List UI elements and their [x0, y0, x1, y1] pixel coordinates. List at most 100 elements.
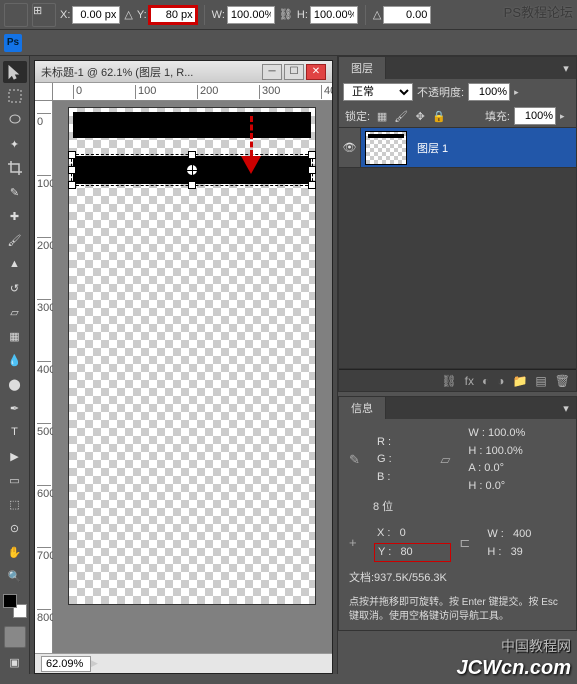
link-layers-icon[interactable]: ⛓ [441, 374, 456, 388]
lasso-tool[interactable] [3, 109, 27, 131]
ruler-vertical[interactable]: 0 100 200 300 400 500 600 700 800 [35, 101, 53, 653]
panel-menu-icon[interactable]: ▾ [556, 62, 576, 75]
link-icon[interactable]: ⛓ [279, 8, 293, 22]
stamp-tool[interactable]: ▲ [3, 253, 27, 275]
opacity-label: 不透明度: [417, 84, 464, 100]
group-icon[interactable]: 📁 [512, 374, 527, 388]
shape-tool[interactable]: ▭ [3, 469, 27, 491]
adjustment-icon[interactable]: ◑ [497, 374, 504, 388]
fill-label: 填充: [485, 108, 510, 124]
eraser-tool[interactable]: ▱ [3, 301, 27, 323]
lock-all-icon[interactable]: 🔒 [431, 108, 447, 124]
handle-tc[interactable] [188, 151, 196, 159]
fill-arrow-icon[interactable]: ▸ [560, 111, 570, 122]
info-tab[interactable]: 信息 [339, 397, 386, 419]
canvas[interactable] [68, 107, 316, 605]
info-h: H : [468, 445, 482, 457]
blur-tool[interactable]: 💧 [3, 349, 27, 371]
eyedropper-tool[interactable]: ✎ [3, 181, 27, 203]
gradient-tool[interactable]: ▦ [3, 325, 27, 347]
hand-tool[interactable]: ✋ [3, 541, 27, 563]
screenmode-toggle[interactable]: ▣ [3, 651, 27, 673]
ruler-origin[interactable] [35, 83, 53, 101]
layers-list[interactable]: 👁 图层 1 [339, 127, 576, 369]
watermark-mid: 中国教程网 [501, 636, 571, 656]
opacity-arrow-icon[interactable]: ▸ [514, 87, 524, 98]
marquee-tool[interactable] [3, 85, 27, 107]
info-hint: 点按并拖移即可旋转。按 Enter 键提交。按 Esc 键取消。使用空格键访问导… [349, 596, 566, 624]
doc-size: 文档:937.5K/556.3K [349, 570, 566, 588]
x-label: X: [60, 9, 70, 21]
angle-input[interactable] [383, 6, 431, 24]
quickmask-toggle[interactable] [4, 626, 26, 648]
size-icon: ⊏ [459, 533, 479, 554]
maximize-button[interactable]: ☐ [284, 64, 304, 80]
type-tool[interactable]: T [3, 421, 27, 443]
wand-tool[interactable]: ✦ [3, 133, 27, 155]
lock-pixels-icon[interactable]: 🖌 [393, 108, 409, 124]
handle-bl[interactable] [68, 181, 76, 189]
handle-mr[interactable] [308, 166, 316, 174]
mask-icon[interactable]: ◐ [482, 374, 489, 388]
fx-icon[interactable]: fx [465, 374, 474, 388]
crop-tool[interactable] [3, 157, 27, 179]
reference-point-icon[interactable]: ⊞ [32, 3, 56, 27]
h-label: H: [297, 9, 308, 21]
zoom-tool[interactable]: 🔍 [3, 565, 27, 587]
info-panel: 信息 ▾ ✎ R : G : B : ▱ W : 100.0% H : 100.… [338, 396, 577, 631]
brush-tool[interactable]: 🖌 [3, 229, 27, 251]
canvas-viewport[interactable] [53, 101, 332, 653]
ruler-horizontal[interactable]: 0 100 200 300 400 [53, 83, 332, 101]
camera-tool[interactable]: ⊙ [3, 517, 27, 539]
close-button[interactable]: ✕ [306, 64, 326, 80]
y-label: Y: [137, 9, 147, 21]
foreground-color[interactable] [3, 594, 17, 608]
document-titlebar[interactable]: 未标题-1 @ 62.1% (图层 1, R... ─ ☐ ✕ [35, 61, 332, 83]
dodge-tool[interactable]: ⬤ [3, 373, 27, 395]
handle-tr[interactable] [308, 151, 316, 159]
lock-transparency-icon[interactable]: ▦ [374, 108, 390, 124]
minimize-button[interactable]: ─ [262, 64, 282, 80]
layers-panel: 图层 ▾ 正常 不透明度: ▸ 锁定: ▦ 🖌 ✥ 🔒 填充: ▸ [338, 56, 577, 392]
delta-icon[interactable]: △ [124, 8, 132, 21]
layer-name[interactable]: 图层 1 [417, 140, 448, 156]
w-input[interactable] [227, 6, 275, 24]
status-bar: ▶ [35, 653, 332, 673]
transform-center[interactable] [186, 164, 198, 176]
handle-bc[interactable] [188, 181, 196, 189]
delete-layer-icon[interactable]: 🗑 [555, 374, 570, 388]
transform-preset-icon[interactable] [4, 3, 28, 27]
new-layer-icon[interactable]: ▤ [535, 374, 546, 388]
transform-bounding-box[interactable] [71, 154, 313, 186]
status-menu-arrow[interactable]: ▶ [91, 658, 101, 669]
move-tool[interactable] [3, 61, 27, 83]
h-input[interactable] [310, 6, 358, 24]
ps-logo-icon: Ps [4, 34, 22, 52]
healing-tool[interactable]: ✚ [3, 205, 27, 227]
handle-ml[interactable] [68, 166, 76, 174]
info-panel-menu-icon[interactable]: ▾ [556, 402, 576, 415]
layer-row[interactable]: 👁 图层 1 [339, 128, 576, 168]
document-window: 未标题-1 @ 62.1% (图层 1, R... ─ ☐ ✕ 0 100 20… [34, 60, 333, 674]
blend-mode-select[interactable]: 正常 [343, 83, 413, 101]
x-input[interactable] [72, 6, 120, 24]
lock-position-icon[interactable]: ✥ [412, 108, 428, 124]
handle-br[interactable] [308, 181, 316, 189]
path-select-tool[interactable]: ▶ [3, 445, 27, 467]
color-swatches[interactable] [3, 594, 27, 618]
document-title: 未标题-1 @ 62.1% (图层 1, R... [41, 64, 193, 80]
pen-tool[interactable]: ✒ [3, 397, 27, 419]
zoom-input[interactable] [41, 656, 91, 672]
y-input[interactable] [149, 6, 197, 24]
layer-thumbnail[interactable] [365, 131, 407, 165]
opacity-input[interactable] [468, 83, 510, 101]
handle-tl[interactable] [68, 151, 76, 159]
history-brush-tool[interactable]: ↺ [3, 277, 27, 299]
panels-dock: 图层 ▾ 正常 不透明度: ▸ 锁定: ▦ 🖌 ✥ 🔒 填充: ▸ [337, 56, 577, 674]
3d-tool[interactable]: ⬚ [3, 493, 27, 515]
visibility-toggle[interactable]: 👁 [339, 128, 361, 167]
fill-input[interactable] [514, 107, 556, 125]
layers-tab[interactable]: 图层 [339, 57, 386, 79]
watermark-top: PS教程论坛 [504, 2, 573, 21]
workspace: 未标题-1 @ 62.1% (图层 1, R... ─ ☐ ✕ 0 100 20… [30, 56, 337, 674]
